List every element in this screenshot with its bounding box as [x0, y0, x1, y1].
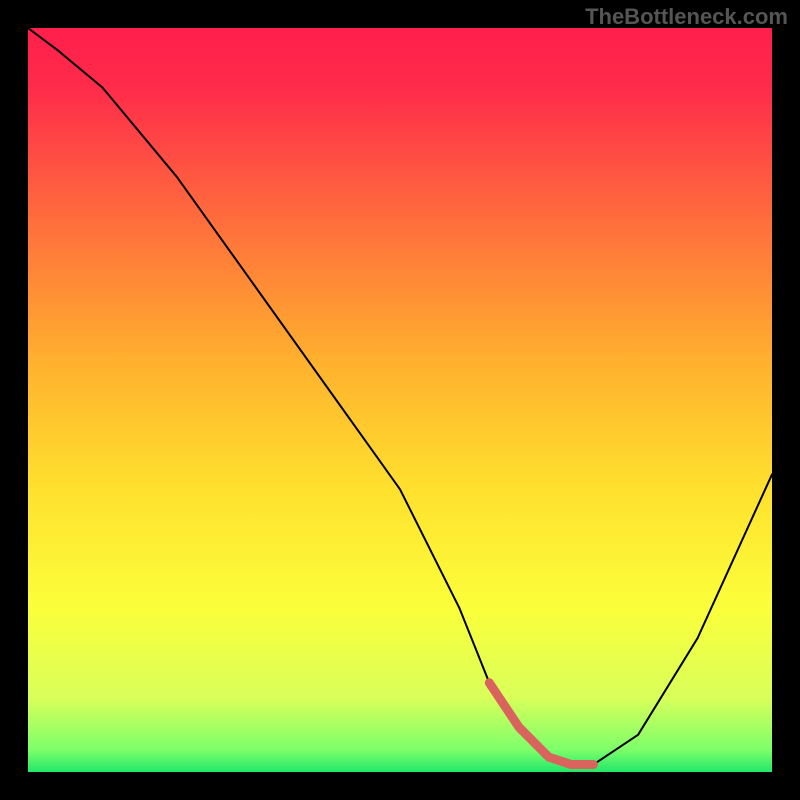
- chart-container: TheBottleneck.com: [0, 0, 800, 800]
- plot-area: [28, 28, 772, 772]
- curve-layer: [28, 28, 772, 772]
- watermark-label: TheBottleneck.com: [585, 4, 788, 30]
- min-region-highlight: [489, 683, 593, 765]
- bottleneck-curve: [28, 28, 772, 765]
